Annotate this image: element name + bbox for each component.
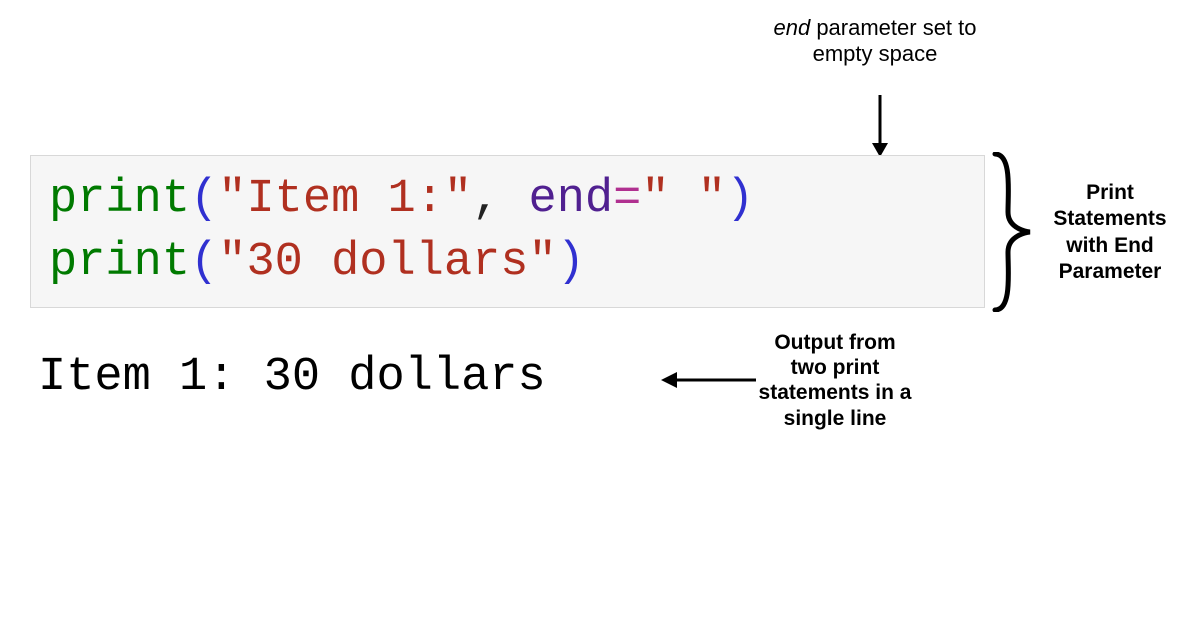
token-equals: =: [613, 173, 641, 226]
token-paren-open: (: [190, 173, 218, 226]
code-line-2: print("30 dollars"): [49, 231, 966, 294]
token-paren-close: ): [726, 173, 754, 226]
annotation-output-label: Output from two print statements in a si…: [755, 330, 915, 431]
code-block: print("Item 1:", end=" ") print("30 doll…: [30, 155, 985, 308]
output-text: Item 1: 30 dollars: [38, 350, 546, 406]
arrow-left-icon: [661, 370, 756, 390]
annotation-end-parameter: end parameter set to empty space: [755, 15, 995, 67]
code-line-1: print("Item 1:", end=" "): [49, 168, 966, 231]
annotation-end-word: end: [773, 15, 810, 40]
annotation-end-rest: parameter set to empty space: [810, 15, 976, 66]
curly-brace-icon: [990, 152, 1035, 312]
token-function: print: [49, 173, 190, 226]
token-keyword-end: end: [529, 173, 614, 226]
arrow-down-icon: [870, 95, 890, 157]
token-string: "30 dollars": [218, 236, 556, 289]
token-string: " ": [641, 173, 726, 226]
token-paren-open: (: [190, 236, 218, 289]
token-comma: ,: [472, 173, 528, 226]
token-function: print: [49, 236, 190, 289]
token-string: "Item 1:": [218, 173, 472, 226]
annotation-print-statements: Print Statements with End Parameter: [1040, 180, 1180, 285]
token-paren-close: ): [557, 236, 585, 289]
